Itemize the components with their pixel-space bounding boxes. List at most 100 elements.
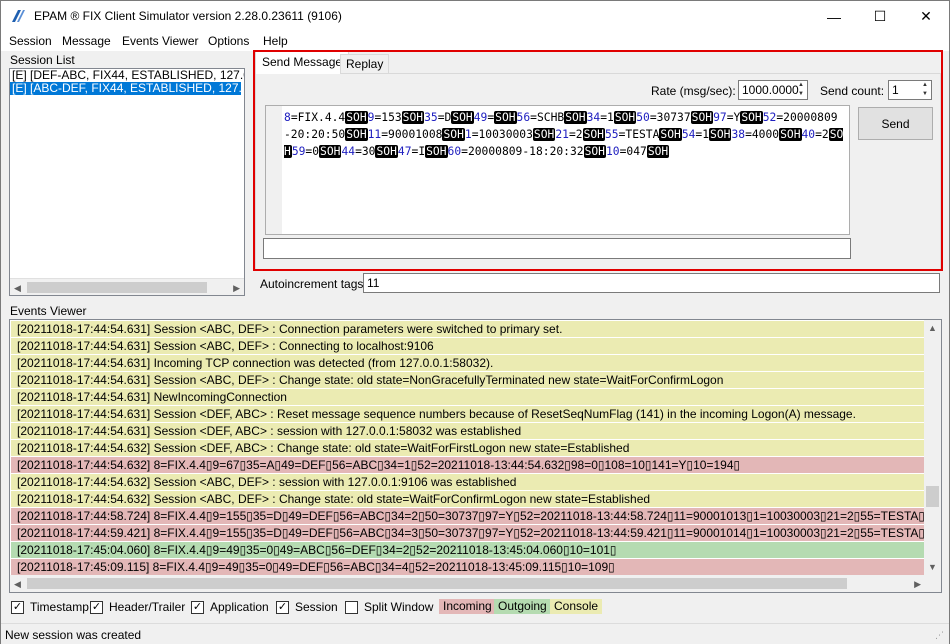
menu-session[interactable]: Session	[9, 34, 52, 48]
event-row-incoming[interactable]: [20211018-17:45:09.115] 8=FIX.4.4▯9=49▯3…	[11, 559, 925, 576]
soh-delimiter: SOH	[319, 145, 342, 158]
soh-delimiter: SOH	[451, 111, 474, 124]
session-list-item[interactable]: [E] [ABC-DEF, FIX44, ESTABLISHED, 127.0.…	[10, 82, 241, 95]
option-label: Timestamp	[30, 600, 89, 614]
send-count-spinner-icon[interactable]: ▲ ▼	[919, 81, 931, 99]
scroll-left-icon[interactable]: ◀	[14, 283, 21, 294]
option-application[interactable]: ✓ Application	[191, 600, 269, 614]
scroll-left-icon[interactable]: ◀	[14, 579, 21, 590]
editor-gutter	[266, 106, 282, 234]
menu-help[interactable]: Help	[263, 34, 288, 48]
session-rows: [E] [DEF-ABC, FIX44, ESTABLISHED, 127.0.…	[10, 69, 244, 95]
scroll-up-icon[interactable]: ▲	[928, 323, 937, 333]
event-row-console[interactable]: [20211018-17:44:54.632] Session <DEF, AB…	[11, 440, 925, 457]
fix-tag: 50	[636, 111, 650, 124]
option-session[interactable]: ✓ Session	[276, 600, 338, 614]
checkbox-unchecked-icon[interactable]	[345, 600, 358, 614]
fix-value: 10030003	[478, 128, 533, 141]
checkbox-checked-icon[interactable]: ✓	[191, 600, 204, 614]
event-row-console[interactable]: [20211018-17:44:54.631] Session <ABC, DE…	[11, 372, 925, 389]
menu-message[interactable]: Message	[62, 34, 111, 48]
soh-delimiter: SOH	[532, 128, 556, 141]
soh-delimiter: SOH	[401, 111, 425, 124]
maximize-button[interactable]: ☐	[857, 1, 903, 32]
option-label: Application	[210, 600, 269, 614]
option-split-window[interactable]: Split Window	[345, 600, 433, 614]
fix-tag: 34	[586, 111, 601, 124]
scroll-down-icon[interactable]: ▼	[928, 562, 937, 572]
fix-tag: 9	[367, 111, 375, 124]
menu-options[interactable]: Options	[208, 34, 249, 48]
event-row-incoming[interactable]: [20211018-17:44:58.724] 8=FIX.4.4▯9=155▯…	[11, 508, 925, 525]
soh-delimiter: SOH	[345, 128, 368, 141]
checkbox-checked-icon[interactable]: ✓	[11, 600, 24, 614]
scroll-right-icon[interactable]: ▶	[233, 283, 240, 294]
event-row-console[interactable]: [20211018-17:44:54.631] Session <ABC, DE…	[11, 321, 925, 338]
fix-value: 90001008	[388, 128, 443, 141]
event-row-console[interactable]: [20211018-17:44:54.631] Session <DEF, AB…	[11, 423, 925, 440]
fix-tag: 97	[713, 111, 727, 124]
event-row-console[interactable]: [20211018-17:44:54.632] Session <ABC, DE…	[11, 491, 925, 508]
session-list-item[interactable]: [E] [DEF-ABC, FIX44, ESTABLISHED, 127.0.…	[10, 69, 244, 82]
fix-tag: 35	[424, 111, 438, 124]
menu-bar: Session Message Events Viewer Options He…	[1, 32, 949, 51]
app-logo-icon	[12, 10, 25, 22]
scroll-thumb[interactable]	[27, 578, 847, 589]
fix-tag: 38	[731, 128, 746, 141]
tab-replay[interactable]: Replay	[340, 54, 390, 74]
scroll-thumb[interactable]	[27, 282, 207, 293]
event-row-incoming[interactable]: [20211018-17:44:54.632] 8=FIX.4.4▯9=67▯3…	[11, 457, 925, 474]
events-hscrollbar[interactable]: ◀ ▶	[10, 575, 941, 592]
rate-spinner-icon[interactable]: ▲ ▼	[795, 81, 807, 99]
send-button[interactable]: Send	[858, 107, 933, 140]
event-row-console[interactable]: [20211018-17:44:54.631] Session <DEF, AB…	[11, 406, 925, 423]
fix-value: TESTA	[625, 128, 660, 141]
events-viewer-label: Events Viewer	[10, 304, 87, 318]
soh-delimiter: SOH	[425, 145, 448, 158]
event-row-incoming[interactable]: [20211018-17:44:59.421] 8=FIX.4.4▯9=155▯…	[11, 525, 925, 542]
message-text[interactable]: 8=FIX.4.4SOH9=153SOH35=DSOH49=SOH56=SCHB…	[284, 109, 844, 160]
fix-value: 1	[607, 111, 614, 124]
autoincrement-input[interactable]: 11	[363, 273, 940, 293]
status-bar: New session was created ⋰	[1, 623, 949, 644]
event-row-console[interactable]: [20211018-17:44:54.631] Session <ABC, DE…	[11, 338, 925, 355]
resize-grip-icon[interactable]: ⋰	[935, 630, 947, 642]
soh-delimiter: SOH	[583, 145, 606, 158]
fix-tag: 47	[397, 145, 412, 158]
fix-value: 047	[626, 145, 647, 158]
checkbox-checked-icon[interactable]: ✓	[90, 600, 103, 614]
message-editor[interactable]: 8=FIX.4.4SOH9=153SOH35=DSOH49=SOH56=SCHB…	[265, 105, 850, 235]
events-viewer[interactable]: [20211018-17:44:54.631] Session <ABC, DE…	[9, 319, 942, 593]
minimize-button[interactable]: —	[811, 1, 857, 32]
soh-delimiter: SOH	[646, 145, 670, 158]
message-secondary-input[interactable]	[263, 238, 851, 259]
event-row-console[interactable]: [20211018-17:44:54.631] NewIncomingConne…	[11, 389, 925, 406]
option-header-trailer[interactable]: ✓ Header/Trailer	[90, 600, 185, 614]
close-button[interactable]: ✕	[903, 1, 949, 32]
soh-delimiter: SOH	[613, 111, 637, 124]
fix-value: 4000	[751, 128, 780, 141]
event-row-console[interactable]: [20211018-17:44:54.631] Incoming TCP con…	[11, 355, 925, 372]
menu-events-viewer[interactable]: Events Viewer	[122, 34, 198, 48]
fix-tag: 44	[341, 145, 356, 158]
session-list[interactable]: [E] [DEF-ABC, FIX44, ESTABLISHED, 127.0.…	[9, 68, 245, 296]
option-timestamp[interactable]: ✓ Timestamp	[11, 600, 89, 614]
soh-delimiter: SOH	[582, 128, 605, 141]
scroll-right-icon[interactable]: ▶	[914, 579, 921, 590]
fix-tag: 54	[681, 128, 696, 141]
events-vscrollbar[interactable]: ▲ ▼	[924, 320, 941, 575]
checkbox-checked-icon[interactable]: ✓	[276, 600, 289, 614]
scroll-thumb[interactable]	[926, 486, 939, 507]
soh-delimiter: SOH	[345, 111, 368, 124]
fix-value: 20000809-18:20:32	[467, 145, 584, 158]
tab-send-message[interactable]: Send Message	[255, 51, 350, 74]
session-list-hscrollbar[interactable]: ◀ ▶	[10, 278, 244, 295]
option-label: Session	[295, 600, 338, 614]
event-row-console[interactable]: [20211018-17:44:54.632] Session <ABC, DE…	[11, 474, 925, 491]
fix-value: 2	[575, 128, 583, 141]
soh-delimiter: SOH	[690, 111, 714, 124]
event-row-outgoing[interactable]: [20211018-17:45:04.060] 8=FIX.4.4▯9=49▯3…	[11, 542, 925, 559]
option-label: Header/Trailer	[109, 600, 186, 614]
fix-value: 30	[361, 145, 376, 158]
status-text: New session was created	[5, 628, 142, 642]
